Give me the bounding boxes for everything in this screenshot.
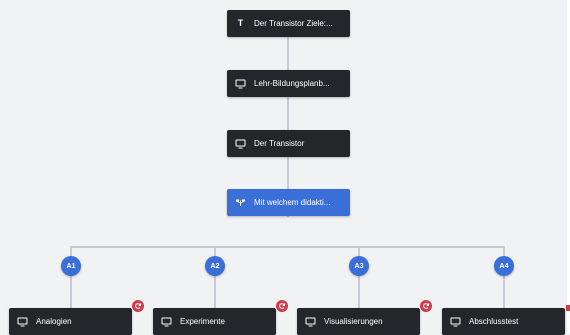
answer-a2[interactable]: A2 — [205, 256, 225, 276]
monitor-icon — [235, 138, 246, 149]
answer-a1[interactable]: A1 — [61, 256, 81, 276]
cycle-icon[interactable] — [420, 300, 432, 312]
monitor-icon — [161, 316, 172, 327]
node-analogien-label: Analogien — [36, 316, 72, 326]
answer-a3[interactable]: A3 — [349, 256, 369, 276]
node-curriculum[interactable]: Lehr-Bildungsplanb... — [227, 70, 350, 97]
node-goals-label: Der Transistor Ziele:... — [254, 18, 333, 28]
monitor-icon — [235, 78, 246, 89]
node-transistor[interactable]: Der Transistor — [227, 130, 350, 157]
monitor-icon — [305, 316, 316, 327]
connector-horizontal-branch — [70, 246, 504, 248]
node-experimente[interactable]: Experimente — [153, 308, 276, 335]
monitor-icon — [450, 316, 461, 327]
node-abschlusstest[interactable]: Abschlusstest — [442, 308, 565, 335]
node-abschlusstest-label: Abschlusstest — [469, 316, 519, 326]
node-goals[interactable]: T Der Transistor Ziele:... — [227, 10, 350, 37]
text-t-icon: T — [237, 18, 244, 28]
monitor-icon — [17, 316, 28, 327]
node-curriculum-label: Lehr-Bildungsplanb... — [254, 78, 330, 88]
node-experimente-label: Experimente — [180, 316, 225, 326]
node-question[interactable]: Mit welchem didakti... — [227, 189, 350, 216]
node-question-label: Mit welchem didakti... — [254, 197, 331, 207]
node-analogien[interactable]: Analogien — [9, 308, 132, 335]
node-transistor-label: Der Transistor — [254, 138, 305, 148]
flow-canvas[interactable]: T Der Transistor Ziele:... Lehr-Bildungs… — [0, 0, 570, 335]
answer-a4[interactable]: A4 — [494, 256, 514, 276]
node-visualisierungen-label: Visualisierungen — [324, 316, 383, 326]
edge-marker — [566, 305, 570, 311]
node-visualisierungen[interactable]: Visualisierungen — [297, 308, 420, 335]
branch-icon — [235, 197, 246, 208]
cycle-icon[interactable] — [132, 300, 144, 312]
cycle-icon[interactable] — [276, 300, 288, 312]
